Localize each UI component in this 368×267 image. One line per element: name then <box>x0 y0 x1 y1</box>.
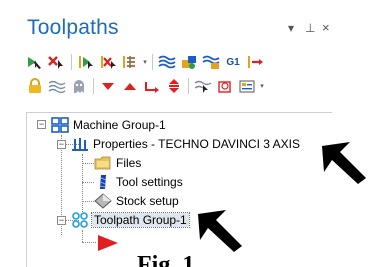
pin-icon[interactable]: ⊥ <box>305 21 315 35</box>
move-down-icon[interactable] <box>97 76 119 96</box>
toolbar-separator <box>93 78 94 94</box>
tree-item-label: Properties - TECHNO DAVINCI 3 AXIS <box>93 136 300 151</box>
lock-icon[interactable] <box>24 76 46 96</box>
folder-icon <box>94 156 111 169</box>
machine-group-icon <box>51 116 69 133</box>
toolbar-row-2: ▾ <box>24 75 266 97</box>
tool-settings-icon <box>99 174 107 189</box>
simulate-icon[interactable] <box>200 52 222 72</box>
tree-connector <box>82 242 96 243</box>
toolpaths-panel: Toolpaths ▾ ⊥ × ▾ G1 ▾ − Machine Group-1… <box>22 0 342 267</box>
toolbar-row-1: ▾ G1 <box>24 51 266 73</box>
chevron-down-icon[interactable]: ▾ <box>141 58 149 66</box>
tree-item-stock-setup[interactable]: Stock setup <box>94 191 179 210</box>
tree-item-toolpath-group[interactable]: Toolpath Group-1 <box>71 210 190 229</box>
tree-item-label: Stock setup <box>116 193 179 208</box>
backplot-icon[interactable] <box>156 52 178 72</box>
chevron-down-icon[interactable]: ▾ <box>258 82 266 90</box>
annotation-arrow-icon <box>198 210 242 252</box>
move-up-icon[interactable] <box>119 76 141 96</box>
tree-item-properties[interactable]: Properties - TECHNO DAVINCI 3 AXIS <box>71 134 300 153</box>
tree-item-label: Tool settings <box>116 174 183 189</box>
toolpath-tree: − Machine Group-1 − Properties - TECHNO … <box>26 112 332 267</box>
expand-toggle-properties[interactable]: − <box>57 140 66 149</box>
options-icon[interactable] <box>236 76 258 96</box>
insert-arrow-icon <box>98 235 118 251</box>
tree-connector <box>82 182 94 183</box>
tree-item-label: Toolpath Group-1 <box>91 211 190 228</box>
select-failed-toolpaths-icon[interactable] <box>46 52 68 72</box>
select-all-toolpaths-icon[interactable] <box>24 52 46 72</box>
wave-icon[interactable] <box>46 76 68 96</box>
tree-connector <box>82 230 83 242</box>
toolbar-separator <box>71 54 72 70</box>
toolpath-group-icon <box>72 211 88 228</box>
tree-item-files[interactable]: Files <box>94 153 141 172</box>
post-selected-icon[interactable] <box>244 52 266 72</box>
toolbar-separator <box>152 54 153 70</box>
tree-item-label: Machine Group-1 <box>73 117 166 132</box>
regenerate-selected-icon[interactable] <box>75 52 97 72</box>
toggle-toolpath-icon[interactable] <box>214 76 236 96</box>
figure-caption: Fig. 1 <box>137 252 195 267</box>
properties-icon <box>72 137 88 151</box>
insert-after-icon[interactable] <box>141 76 163 96</box>
tree-item-label: Files <box>116 155 142 170</box>
panel-title: Toolpaths <box>27 16 119 39</box>
scroll-icon[interactable] <box>163 76 185 96</box>
toggle-display-icon[interactable] <box>119 52 141 72</box>
stock-setup-icon <box>94 192 112 209</box>
expand-toggle-toolpath-group[interactable]: − <box>57 216 66 225</box>
g1-post-icon[interactable]: G1 <box>222 52 244 72</box>
expand-collapse-icon[interactable] <box>192 76 214 96</box>
regenerate-dirty-icon[interactable] <box>97 52 119 72</box>
tree-item-machine-group[interactable]: Machine Group-1 <box>51 115 166 134</box>
expand-toggle-machine-group[interactable]: − <box>37 120 46 129</box>
panel-dropdown-icon[interactable]: ▾ <box>288 21 294 35</box>
ghost-icon[interactable] <box>68 76 90 96</box>
tree-connector <box>82 163 94 164</box>
verify-icon[interactable] <box>178 52 200 72</box>
close-icon[interactable]: × <box>322 20 330 35</box>
tree-item-tool-settings[interactable]: Tool settings <box>94 172 183 191</box>
tree-connector <box>82 201 94 202</box>
toolbar-separator <box>188 78 189 94</box>
annotation-arrow-icon <box>322 142 366 184</box>
